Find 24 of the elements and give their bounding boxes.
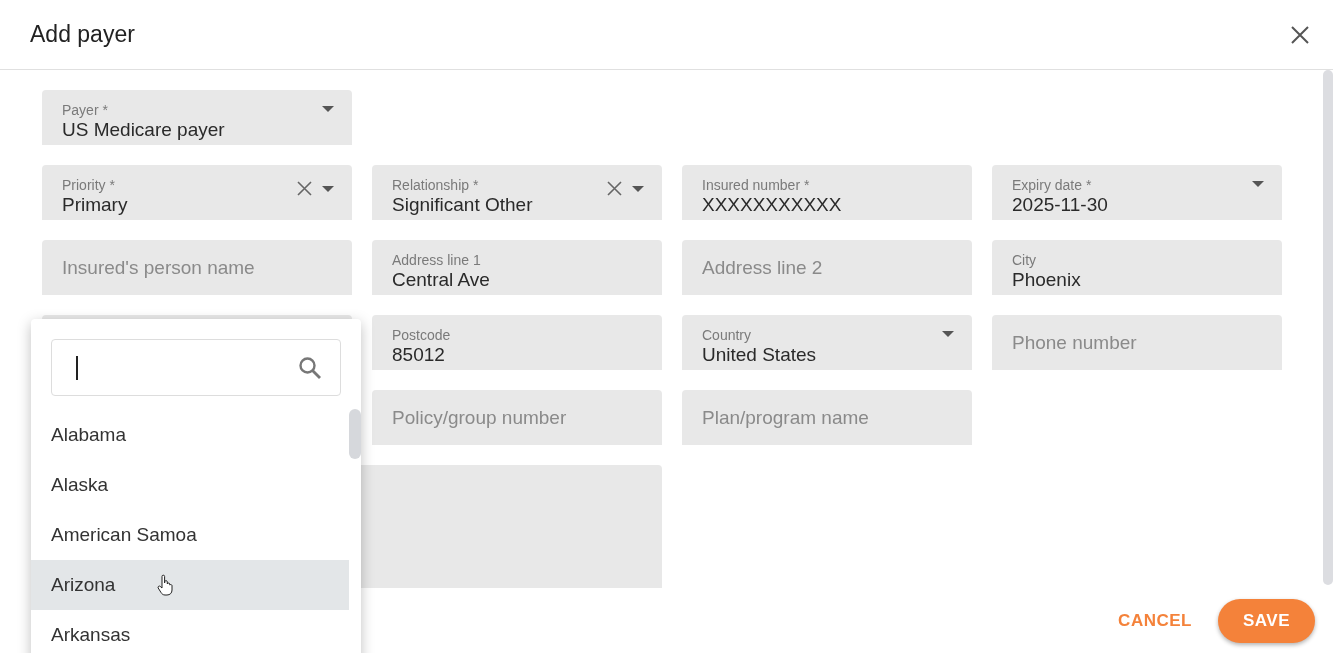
field-placeholder: Phone number bbox=[1012, 330, 1137, 355]
field-label: Expiry date * bbox=[1012, 176, 1092, 193]
dialog-title: Add payer bbox=[30, 21, 135, 48]
field-placeholder: Insured's person name bbox=[62, 255, 255, 280]
field-label: Country bbox=[702, 326, 752, 343]
field-value: XXXXXXXXXXX bbox=[702, 192, 842, 217]
field-value: US Medicare payer bbox=[62, 118, 225, 142]
field-value: Significant Other bbox=[392, 193, 533, 217]
field-value: 2025-11-30 bbox=[1012, 193, 1108, 217]
field-label: Relationship * bbox=[392, 176, 479, 193]
field-label: Address line 1 bbox=[392, 251, 481, 268]
field-value: 85012 bbox=[392, 342, 445, 367]
field-placeholder: Plan/program name bbox=[702, 405, 869, 430]
field-value: Primary bbox=[62, 193, 128, 217]
field-label: City bbox=[1012, 251, 1037, 268]
field-placeholder: Address line 2 bbox=[702, 255, 823, 280]
field-value: United States bbox=[702, 343, 817, 367]
field-label: Postcode bbox=[392, 326, 451, 343]
field-label: Insured number * bbox=[702, 176, 810, 193]
field-value: Central Ave bbox=[392, 267, 490, 292]
field-value: Phoenix bbox=[1012, 268, 1081, 292]
field-label: Payer * bbox=[62, 101, 108, 118]
field-placeholder: Policy/group number bbox=[392, 405, 567, 430]
field-label: Priority * bbox=[62, 176, 115, 193]
